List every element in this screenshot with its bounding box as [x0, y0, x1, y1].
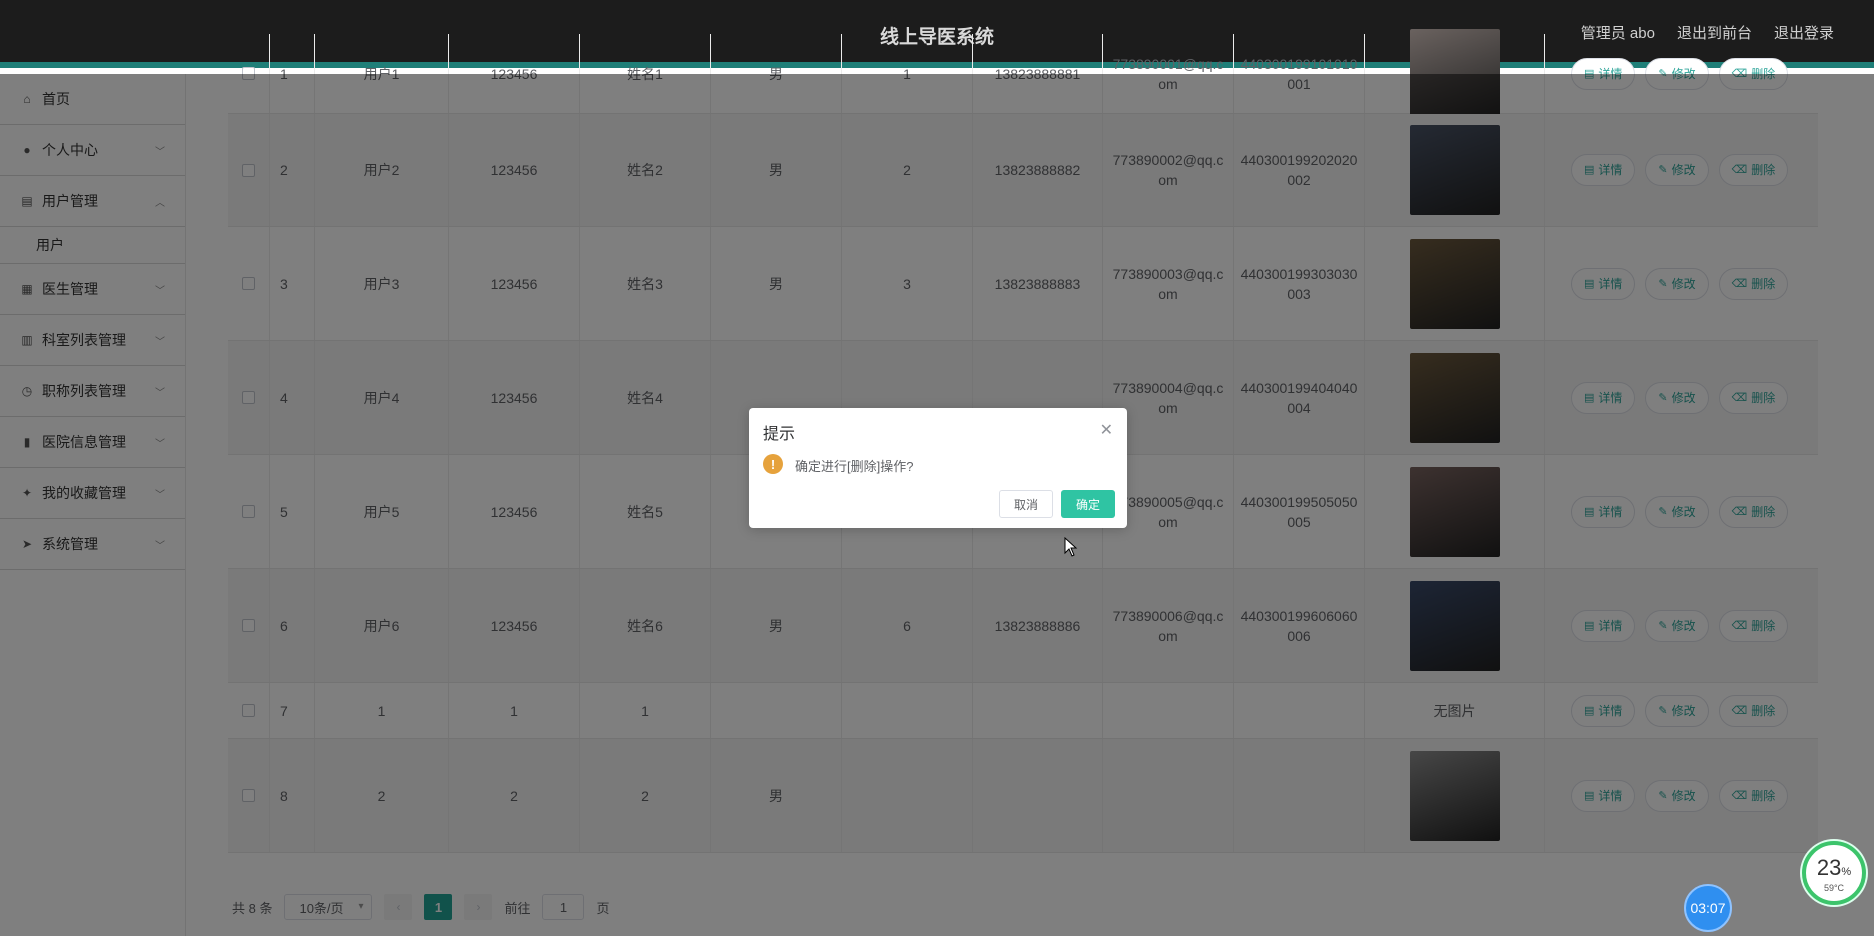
- warning-icon: !: [763, 454, 783, 474]
- dialog-message: 确定进行[删除]操作?: [795, 459, 914, 474]
- cpu-monitor-widget[interactable]: 23% 59°C: [1802, 841, 1866, 905]
- confirm-dialog: 提示 ✕ ! 确定进行[删除]操作? 取消 确定: [749, 408, 1127, 528]
- temperature-label: 59°C: [1823, 883, 1845, 893]
- confirm-button[interactable]: 确定: [1061, 490, 1115, 518]
- cpu-percent: 23%: [1816, 855, 1852, 880]
- close-icon[interactable]: ✕: [1100, 420, 1113, 440]
- dialog-title: 提示: [763, 426, 796, 443]
- cancel-button[interactable]: 取消: [999, 490, 1053, 518]
- mouse-cursor-icon: [1064, 537, 1078, 557]
- clock-widget[interactable]: 03:07: [1684, 884, 1732, 932]
